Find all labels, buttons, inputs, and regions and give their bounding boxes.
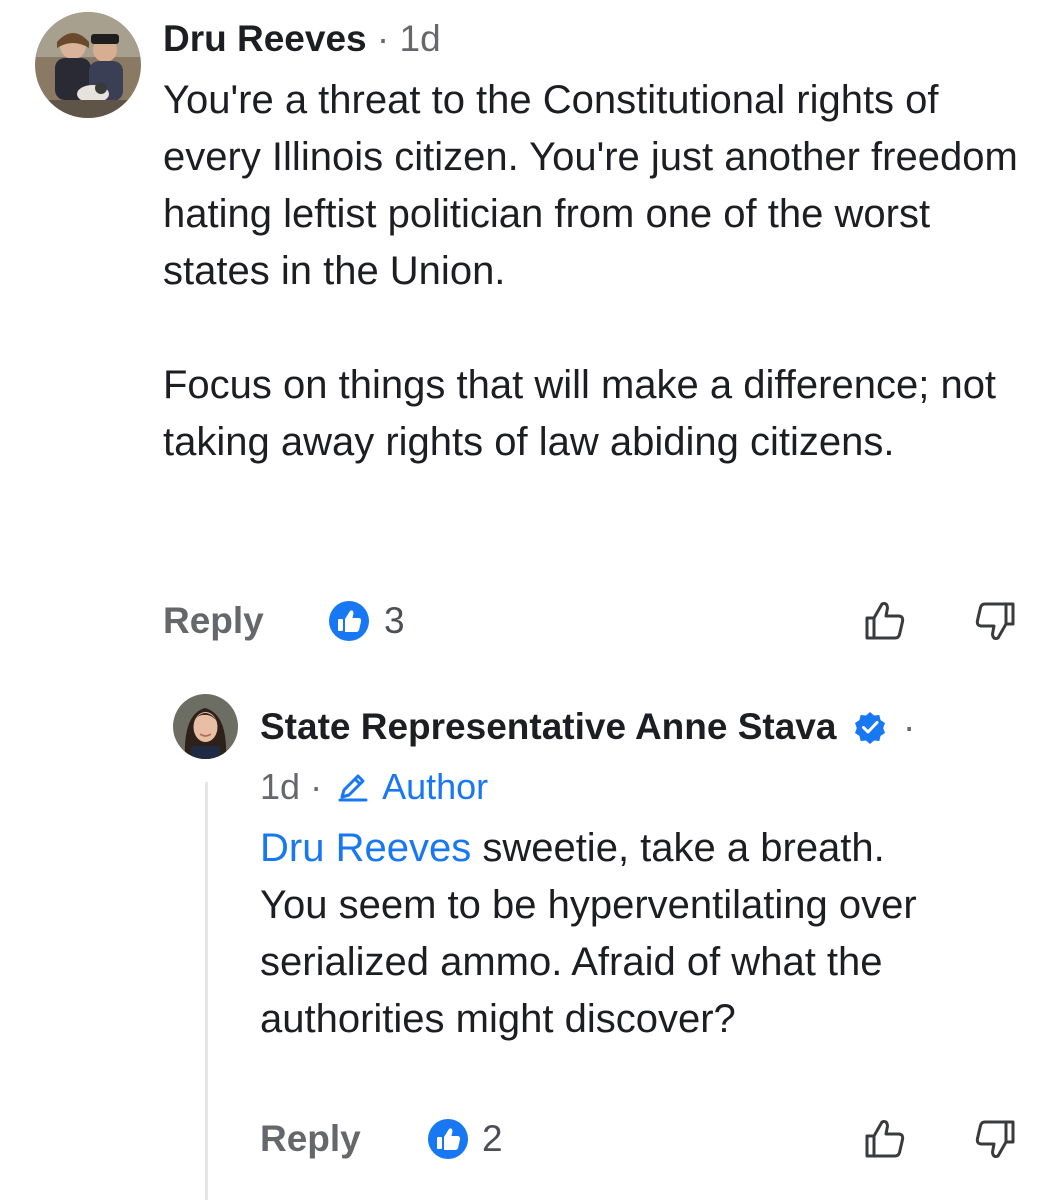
comment-header: Dru Reeves · 1d (163, 16, 441, 62)
like-count[interactable]: 2 (482, 1114, 503, 1164)
mention-link[interactable]: Dru Reeves (260, 826, 471, 870)
commenter-avatar[interactable] (35, 12, 141, 118)
thumbs-up-icon (428, 1119, 468, 1159)
reply-actions: Reply 2 (0, 1114, 1059, 1164)
thumbs-down-outline-icon[interactable] (972, 598, 1018, 644)
comment-body: You're a threat to the Constitutional ri… (163, 78, 1018, 464)
reply-author-avatar[interactable] (173, 694, 238, 759)
pencil-icon (336, 769, 370, 803)
reply-button[interactable]: Reply (260, 1114, 361, 1164)
reply-meta: 1d · Author (260, 764, 488, 810)
verified-badge-icon (853, 710, 887, 745)
thumbs-up-outline-icon[interactable] (862, 598, 908, 644)
header-separator: · (376, 18, 390, 59)
thumbs-down-outline-icon[interactable] (972, 1116, 1018, 1162)
comment-actions: Reply 3 (0, 596, 1059, 646)
like-count[interactable]: 3 (384, 596, 405, 646)
thumbs-up-icon (329, 601, 369, 641)
author-badge: Author (382, 766, 489, 807)
header-separator: · (903, 706, 916, 747)
meta-separator: · (310, 766, 323, 807)
thumbs-up-outline-icon[interactable] (862, 1116, 908, 1162)
reply-timestamp[interactable]: 1d (260, 766, 300, 807)
comment-timestamp[interactable]: 1d (400, 18, 441, 59)
reply-header: State Representative Anne Stava · (260, 704, 915, 750)
comment-author-name[interactable]: Dru Reeves (163, 18, 367, 59)
reply-button[interactable]: Reply (163, 596, 264, 646)
reply-body: Dru Reeves sweetie, take a breath. You s… (260, 820, 1040, 1048)
reply-author-name[interactable]: State Representative Anne Stava (260, 706, 836, 747)
